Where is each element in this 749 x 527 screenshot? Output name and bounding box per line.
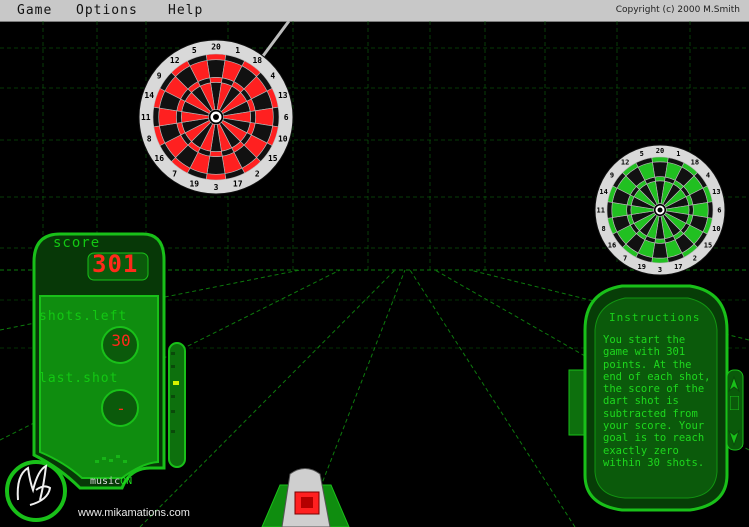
board-number: 8: [601, 225, 605, 233]
dart-stem-icon: [258, 21, 291, 61]
board-segment[interactable]: [651, 156, 669, 163]
ms-logo: [5, 460, 67, 522]
board-segment[interactable]: [254, 107, 274, 127]
score-label: score: [53, 235, 101, 251]
board-number: 14: [144, 91, 154, 100]
board-number: 20: [656, 147, 664, 155]
board-segment[interactable]: [652, 161, 668, 178]
board-number: 1: [235, 46, 240, 55]
board-number: 11: [596, 207, 604, 215]
board-number: 9: [157, 72, 162, 81]
shots-left-label: shots.left: [39, 309, 128, 324]
board-segment[interactable]: [626, 204, 632, 216]
target-dartboard[interactable]: 20 1 18 4 13 6 10 15 2 17 3 19 7 16 8 11 14 9 12 5: [138, 21, 294, 195]
board-segment[interactable]: [158, 107, 178, 127]
board-number: 4: [706, 172, 710, 180]
board-number: 15: [704, 241, 712, 249]
menu-bar: Game Options Help Copyright (c) 2000 M.S…: [0, 0, 749, 22]
music-label: music: [90, 476, 121, 487]
board-number: 8: [147, 135, 152, 144]
board-segment[interactable]: [249, 110, 256, 124]
board-number: 20: [211, 43, 221, 52]
instructions-text: You start the game with 301 points. At t…: [603, 334, 711, 469]
board-number: 3: [658, 266, 662, 274]
board-number: 2: [693, 254, 697, 262]
board-segment[interactable]: [272, 106, 280, 128]
board-number: 9: [610, 172, 614, 180]
score-value: 301: [92, 250, 139, 278]
board-segment[interactable]: [205, 53, 227, 61]
board-segment[interactable]: [651, 257, 669, 264]
board-number: 15: [268, 154, 278, 163]
board-segment[interactable]: [688, 204, 694, 216]
board-number: 16: [154, 154, 164, 163]
power-meter: [168, 342, 186, 468]
board-number: 5: [192, 46, 197, 55]
board-segment[interactable]: [606, 201, 613, 219]
last-shot-label: last.shot: [39, 371, 119, 386]
music-state: ON: [120, 476, 133, 487]
dart-launcher[interactable]: [261, 468, 350, 527]
board-number: 13: [278, 91, 288, 100]
board-number: 14: [599, 188, 607, 196]
board-segment[interactable]: [209, 77, 223, 84]
board-segment[interactable]: [652, 242, 668, 259]
board-number: 4: [270, 72, 275, 81]
board-segment[interactable]: [654, 238, 666, 244]
copyright-text: Copyright (c) 2000 M.Smith: [615, 5, 740, 15]
menu-options[interactable]: Options: [76, 3, 138, 18]
scroll-up-arrow-icon[interactable]: [728, 375, 740, 395]
board-segment[interactable]: [205, 173, 227, 181]
scroll-down-arrow-icon[interactable]: [728, 427, 740, 447]
scroll-thumb[interactable]: [730, 396, 739, 410]
board-number: 17: [674, 263, 682, 271]
board-segment[interactable]: [206, 59, 226, 79]
board-number: 10: [278, 135, 288, 144]
practice-dartboard[interactable]: 20 1 18 413 6 1015 2 17 3 19 7 168 11 149 12 5: [594, 144, 726, 276]
board-segment[interactable]: [176, 110, 183, 124]
shots-left-value: 30: [111, 331, 131, 350]
board-number: 2: [255, 170, 260, 179]
board-segment[interactable]: [707, 201, 714, 219]
menu-game[interactable]: Game: [17, 3, 52, 18]
board-number: 13: [712, 188, 720, 196]
instructions-title: Instructions: [609, 311, 701, 324]
board-segment[interactable]: [152, 106, 160, 128]
board-number: 11: [141, 113, 151, 122]
board-number: 10: [712, 225, 720, 233]
board-number: 12: [621, 159, 629, 167]
menu-help[interactable]: Help: [168, 3, 203, 18]
board-segment[interactable]: [654, 176, 666, 182]
board-number: 16: [608, 241, 616, 249]
board-number: 1: [676, 150, 680, 158]
board-segment[interactable]: [209, 150, 223, 157]
board-number: 6: [717, 206, 721, 214]
website-url[interactable]: www.mikamations.com: [78, 507, 190, 519]
board-segment[interactable]: [206, 155, 226, 175]
last-shot-value: -: [116, 399, 126, 418]
board-number: 7: [623, 254, 627, 262]
board-number: 7: [172, 170, 177, 179]
board-number: 17: [233, 180, 243, 189]
board-segment[interactable]: [611, 202, 628, 218]
board-number: 18: [691, 159, 699, 167]
board-number: 5: [640, 150, 644, 158]
board-number: 6: [284, 113, 289, 122]
board-segment[interactable]: [692, 202, 709, 218]
music-toggle[interactable]: musicON: [90, 476, 132, 487]
board-number: 18: [252, 56, 262, 65]
board-number: 19: [637, 263, 645, 271]
board-number: 12: [170, 56, 180, 65]
board-number: 3: [214, 183, 219, 192]
board-number: 19: [189, 180, 199, 189]
